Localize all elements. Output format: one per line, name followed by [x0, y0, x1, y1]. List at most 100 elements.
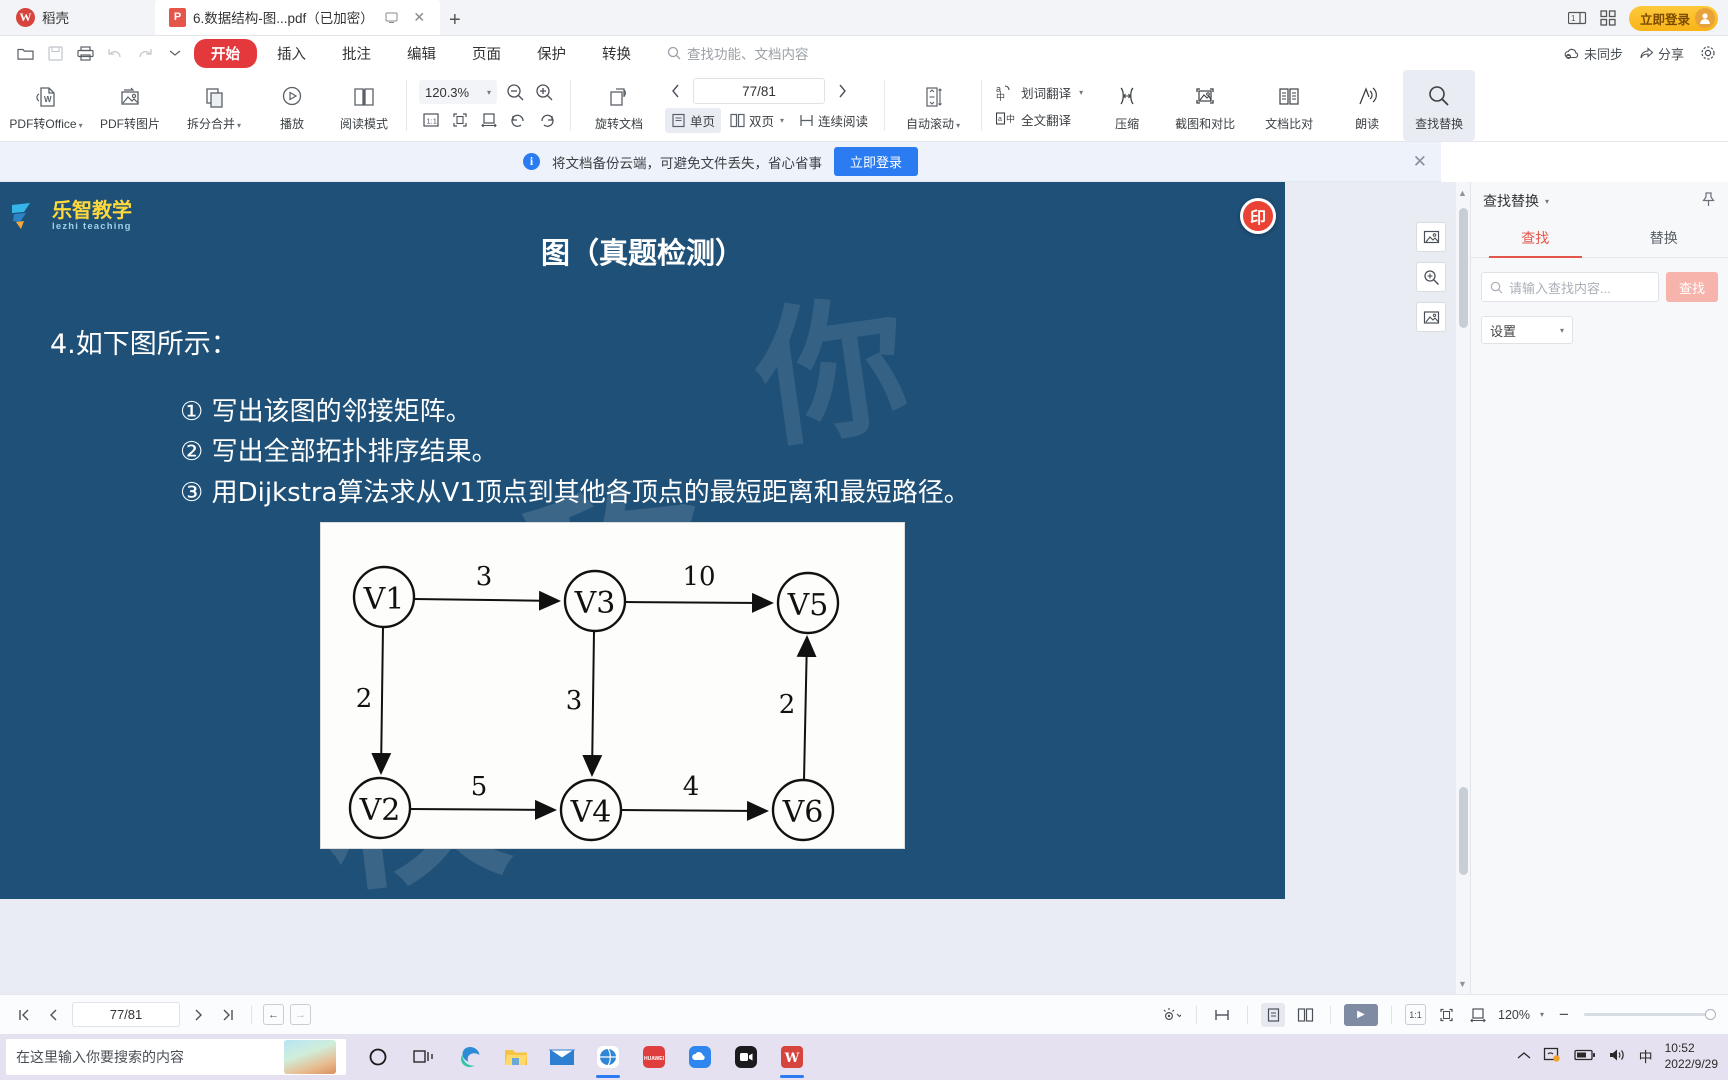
file-explorer-icon[interactable] [494, 1034, 538, 1080]
annotation-stamp-badge[interactable]: 印 [1240, 198, 1276, 234]
find-submit-button[interactable]: 查找 [1666, 272, 1718, 302]
rotate-right-icon[interactable] [536, 109, 558, 131]
more-chevron-icon[interactable] [160, 38, 190, 68]
next-page-icon[interactable] [186, 1003, 210, 1027]
word-translate-button[interactable]: a中 划词翻译 ▾ [996, 83, 1083, 102]
menu-tab-start[interactable]: 开始 [194, 38, 257, 68]
find-replace-title-group[interactable]: 查找替换 ▾ [1483, 191, 1549, 211]
scroll-down-arrow[interactable]: ▼ [1457, 977, 1468, 990]
screenshot-compare-button[interactable]: 截图和对比 [1163, 70, 1247, 141]
ime-indicator[interactable]: 中 [1639, 1047, 1653, 1067]
clock[interactable]: 10:52 2022/9/29 [1665, 1041, 1718, 1072]
wps-app-icon[interactable]: W [770, 1034, 814, 1080]
fit-page-icon[interactable] [1434, 1003, 1458, 1027]
first-page-icon[interactable] [12, 1003, 36, 1027]
browser-globe-icon[interactable] [586, 1034, 630, 1080]
zoom-out-icon[interactable] [504, 81, 526, 103]
document-tab[interactable]: P 6.数据结构-图...pdf（已加密） ✕ [155, 0, 440, 35]
network-icon[interactable] [1543, 1046, 1562, 1068]
next-page-button[interactable] [831, 80, 853, 102]
find-replace-button[interactable]: 查找替换 [1403, 70, 1476, 141]
status-page-input[interactable]: 77/81 [72, 1002, 180, 1027]
gear-icon[interactable] [1700, 45, 1716, 61]
close-icon[interactable]: ✕ [1413, 152, 1427, 172]
pin-icon[interactable] [1701, 192, 1716, 210]
fit-width-icon[interactable] [1466, 1003, 1490, 1027]
tab-find[interactable]: 查找 [1471, 220, 1600, 258]
page-number-input[interactable]: 77/81 [693, 78, 825, 104]
zoom-slider[interactable] [1584, 1009, 1716, 1020]
double-page-chip[interactable]: 双页 ▾ [724, 108, 790, 133]
print-icon[interactable] [70, 38, 100, 68]
volume-icon[interactable] [1608, 1047, 1627, 1068]
nav-forward-icon[interactable]: → [290, 1004, 311, 1025]
single-page-chip[interactable]: 单页 [665, 108, 722, 133]
document-compare-button[interactable]: 文档比对 [1247, 70, 1331, 141]
play-button[interactable]: 播放 [256, 70, 328, 141]
wps-brand[interactable]: W 稻壳 [0, 0, 155, 35]
vertical-scrollbar[interactable]: ▲ ▼ [1456, 182, 1470, 994]
menu-tab-protect[interactable]: 保护 [521, 40, 582, 67]
edge-browser-icon[interactable] [448, 1034, 492, 1080]
compress-button[interactable]: 压缩 [1091, 70, 1163, 141]
chevron-down-icon[interactable]: ▾ [1540, 1010, 1544, 1019]
zoom-in-icon[interactable] [533, 81, 555, 103]
full-translate-button[interactable]: a中 全文翻译 [996, 110, 1083, 129]
document-viewer[interactable]: 乐智教学 lezhi teaching 你 称 枚 图（真题检测） 4.如下图所… [0, 182, 1470, 994]
fit-icon[interactable] [1210, 1003, 1234, 1027]
taskbar-search[interactable]: 在这里输入你要搜索的内容 [6, 1039, 346, 1075]
battery-icon[interactable] [1573, 1048, 1596, 1066]
nav-back-icon[interactable]: ← [263, 1004, 284, 1025]
huawei-icon[interactable]: HUAWEI [632, 1034, 676, 1080]
find-settings-dropdown[interactable]: 设置 ▾ [1481, 316, 1573, 344]
menu-tab-insert[interactable]: 插入 [261, 40, 322, 67]
grid-icon[interactable] [1600, 10, 1616, 26]
video-app-icon[interactable] [724, 1034, 768, 1080]
magnifier-icon[interactable] [1416, 262, 1446, 292]
menu-tab-comment[interactable]: 批注 [326, 40, 387, 67]
view-mode-icon[interactable] [1159, 1003, 1183, 1027]
scroll-up-arrow[interactable]: ▲ [1457, 186, 1468, 199]
open-folder-icon[interactable] [10, 38, 40, 68]
pdf-to-image-button[interactable]: PDF转图片 [88, 70, 172, 141]
show-hidden-icons[interactable] [1517, 1048, 1531, 1066]
mail-icon[interactable] [540, 1034, 584, 1080]
redo-icon[interactable] [130, 38, 160, 68]
actual-size-icon[interactable]: 1:1 [1405, 1004, 1426, 1025]
zoom-out-button[interactable]: − [1552, 1003, 1576, 1027]
scroll-thumb-lower[interactable] [1459, 787, 1468, 875]
menu-tab-convert[interactable]: 转换 [586, 40, 647, 67]
global-search[interactable]: 查找功能、文档内容 [667, 43, 809, 63]
split-merge-button[interactable]: 拆分合并 ▾ [172, 70, 256, 141]
print-page-icon[interactable] [1416, 302, 1446, 332]
menu-tab-edit[interactable]: 编辑 [391, 40, 452, 67]
play-icon[interactable]: ▶ [1344, 1003, 1378, 1026]
actual-size-icon[interactable]: 1:1 [420, 109, 442, 131]
read-aloud-button[interactable]: 朗读 [1331, 70, 1403, 141]
zoom-slider-knob[interactable] [1705, 1009, 1716, 1020]
sync-status[interactable]: 未同步 [1564, 44, 1623, 63]
scroll-thumb[interactable] [1459, 208, 1468, 328]
cortana-icon[interactable] [356, 1034, 400, 1080]
prev-page-button[interactable] [665, 80, 687, 102]
single-page-view-icon[interactable] [1261, 1002, 1285, 1027]
fit-width-icon[interactable] [478, 109, 500, 131]
tab-replace[interactable]: 替换 [1600, 220, 1728, 257]
find-input[interactable]: 请输入查找内容... [1481, 272, 1659, 302]
login-button[interactable]: 立即登录 [1628, 5, 1718, 31]
status-zoom-value[interactable]: 120% [1498, 1008, 1530, 1022]
task-view-icon[interactable] [402, 1034, 446, 1080]
single-window-icon[interactable]: 1 [1567, 11, 1587, 26]
continuous-scroll-chip[interactable]: 连续阅读 [793, 108, 874, 133]
rotate-left-icon[interactable] [507, 109, 529, 131]
pdf-to-office-button[interactable]: W PDF转Office ▾ [4, 70, 88, 141]
cast-icon[interactable] [381, 7, 402, 28]
zoom-level-select[interactable]: 120.3% ▾ [419, 80, 497, 104]
undo-icon[interactable] [100, 38, 130, 68]
new-tab-button[interactable]: + [440, 5, 470, 35]
fit-page-icon[interactable] [449, 109, 471, 131]
image-extract-icon[interactable] [1416, 222, 1446, 252]
last-page-icon[interactable] [216, 1003, 240, 1027]
cloud-icon[interactable] [678, 1034, 722, 1080]
close-icon[interactable]: ✕ [409, 7, 430, 28]
